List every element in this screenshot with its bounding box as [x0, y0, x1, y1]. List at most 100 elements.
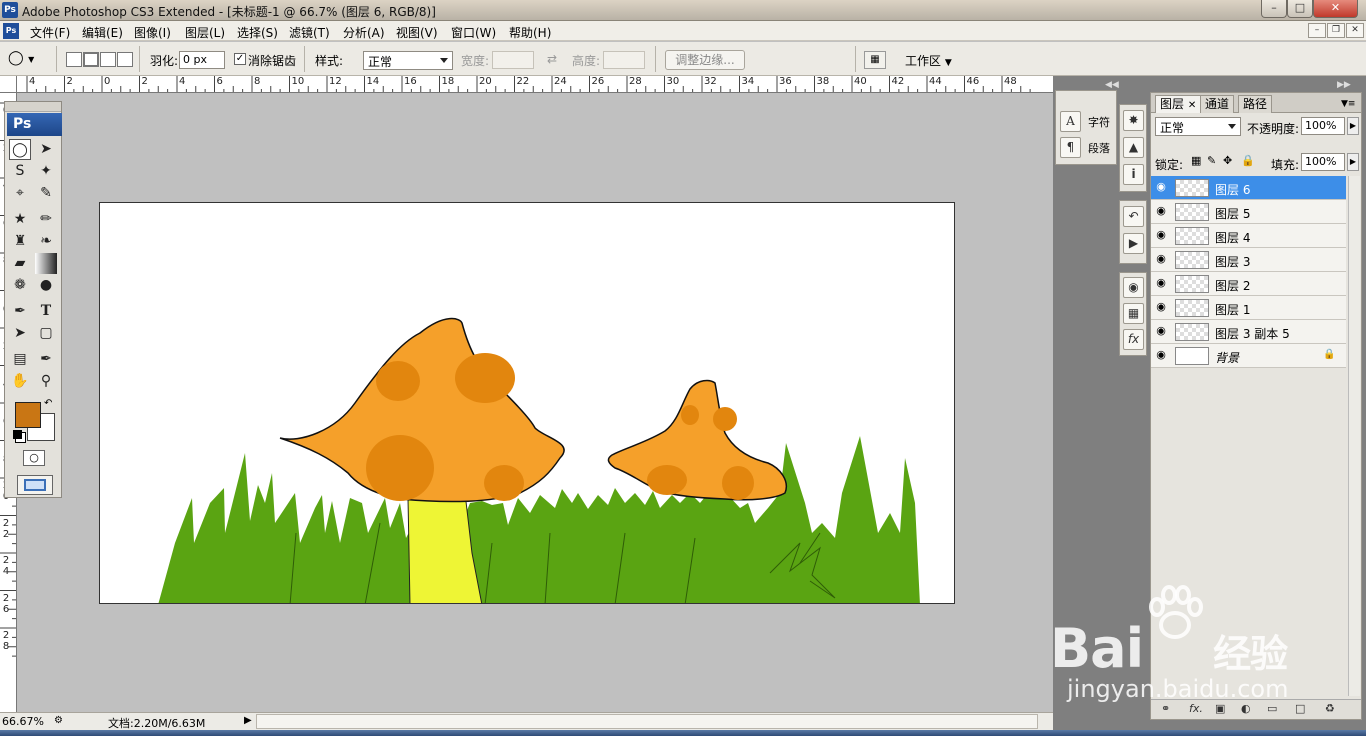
close-icon[interactable]: ✕ [1188, 100, 1196, 111]
slice-tool-icon[interactable]: ✎ [35, 183, 57, 204]
history-icon[interactable]: ↶ [1123, 206, 1144, 227]
brush-tool-icon[interactable]: ✏ [35, 209, 57, 230]
document-icon[interactable]: Ps [3, 23, 19, 39]
menu-view[interactable]: 视图(V) [396, 24, 438, 41]
layers-scrollbar[interactable] [1348, 176, 1360, 696]
layer-row[interactable]: ◉ 图层 2 [1151, 272, 1346, 296]
ruler-origin[interactable] [0, 76, 17, 93]
collapse-icon[interactable]: ▶▶ [1337, 80, 1351, 90]
info-icon[interactable]: i [1123, 164, 1144, 185]
hand-tool-icon[interactable]: ✋ [9, 371, 31, 392]
feather-input[interactable]: 0 px [179, 51, 225, 69]
dodge-tool-icon[interactable]: ● [35, 275, 57, 296]
paragraph-icon[interactable]: ¶ [1060, 137, 1081, 158]
eye-icon[interactable]: ◉ [1155, 325, 1167, 337]
bridge-icon[interactable]: ▦ [864, 51, 886, 69]
swap-colors-icon[interactable]: ↶ [44, 398, 52, 409]
eye-icon[interactable]: ◉ [1155, 205, 1167, 217]
menu-edit[interactable]: 编辑(E) [82, 24, 123, 41]
notes-tool-icon[interactable]: ▤ [9, 349, 31, 370]
eye-icon[interactable]: ◉ [1155, 229, 1167, 241]
doc-close-button[interactable]: ✕ [1346, 23, 1364, 38]
layer-row[interactable]: ◉ 图层 4 [1151, 224, 1346, 248]
layer-row[interactable]: ◉ 背景 🔒 [1151, 344, 1346, 368]
eraser-tool-icon[interactable]: ▰ [9, 253, 31, 274]
menu-help[interactable]: 帮助(H) [509, 24, 551, 41]
panel-menu-icon[interactable]: ▼≡ [1341, 99, 1355, 109]
blend-mode-select[interactable]: 正常 [1155, 117, 1241, 136]
menu-file[interactable]: 文件(F) [30, 24, 70, 41]
status-info-icon[interactable]: ⚙ [54, 715, 63, 726]
menu-filter[interactable]: 滤镜(T) [289, 24, 330, 41]
zoom-tool-icon[interactable]: ⚲ [35, 371, 57, 392]
quick-mask-icon[interactable]: ○ [23, 450, 45, 466]
lock-position-icon[interactable]: ✥ [1223, 154, 1232, 167]
tool-palette-header[interactable] [5, 102, 61, 112]
styles-icon[interactable]: fx [1123, 329, 1144, 350]
workspace-button[interactable]: 工作区 ▼ [905, 52, 952, 69]
swatches-icon[interactable]: ▦ [1123, 303, 1144, 324]
layer-row[interactable]: ◉ 图层 6 [1151, 176, 1346, 200]
menu-select[interactable]: 选择(S) [237, 24, 278, 41]
style-select[interactable]: 正常 [363, 51, 453, 70]
magic-wand-tool-icon[interactable]: ✦ [35, 161, 57, 182]
shape-tool-icon[interactable]: ▢ [35, 323, 57, 344]
lock-all-icon[interactable]: 🔒 [1241, 154, 1255, 167]
menu-window[interactable]: 窗口(W) [451, 24, 496, 41]
history-brush-tool-icon[interactable]: ❧ [35, 231, 57, 252]
eye-icon[interactable]: ◉ [1155, 253, 1167, 265]
maximize-button[interactable]: □ [1287, 0, 1313, 18]
refine-edge-button[interactable]: 调整边缘... [665, 50, 745, 70]
eyedropper-tool-icon[interactable]: ✒ [35, 349, 57, 370]
horizontal-scrollbar[interactable] [256, 714, 1038, 729]
layer-row[interactable]: ◉ 图层 3 副本 5 [1151, 320, 1346, 344]
horizontal-ruler[interactable]: 4 2 0 2 4 6 8 10 12 14 16 18 20 22 24 26 28 30 32 34 36 38 40 4… [17, 76, 1053, 93]
blur-tool-icon[interactable]: ❁ [9, 275, 31, 296]
swap-icon[interactable]: ⇄ [547, 52, 557, 66]
type-tool-icon[interactable]: T [35, 301, 57, 322]
eye-icon[interactable]: ◉ [1155, 277, 1167, 289]
subtract-selection-icon[interactable] [100, 52, 116, 67]
lock-transparent-icon[interactable]: ▦ [1191, 154, 1201, 167]
fill-slider-arrow-icon[interactable]: ▶ [1347, 153, 1359, 171]
character-label[interactable]: 字符 [1088, 114, 1110, 130]
paragraph-label[interactable]: 段落 [1088, 140, 1110, 156]
collapse-icon[interactable]: ◀◀ [1105, 80, 1119, 90]
eye-icon[interactable]: ◉ [1155, 181, 1167, 193]
status-menu-arrow-icon[interactable]: ▶ [244, 715, 252, 726]
new-selection-icon[interactable] [66, 52, 82, 67]
lock-image-icon[interactable]: ✎ [1207, 154, 1216, 167]
opacity-input[interactable]: 100% [1301, 117, 1345, 135]
photoshop-badge[interactable]: Ps [7, 113, 62, 136]
opacity-slider-arrow-icon[interactable]: ▶ [1347, 117, 1359, 135]
clone-stamp-tool-icon[interactable]: ♜ [9, 231, 31, 252]
histogram-icon[interactable]: ▲ [1123, 137, 1144, 158]
minimize-button[interactable]: – [1261, 0, 1287, 18]
close-button[interactable]: ✕ [1313, 0, 1358, 18]
fill-input[interactable]: 100% [1301, 153, 1345, 171]
doc-minimize-button[interactable]: – [1308, 23, 1326, 38]
eye-icon[interactable]: ◉ [1155, 349, 1167, 361]
navigator-icon[interactable]: ✸ [1123, 110, 1144, 131]
tab-paths[interactable]: 路径 [1238, 95, 1273, 113]
menu-image[interactable]: 图像(I) [134, 24, 171, 41]
gradient-tool-icon[interactable] [35, 253, 57, 274]
pen-tool-icon[interactable]: ✒ [9, 301, 31, 322]
tab-layers[interactable]: 图层 ✕ [1155, 95, 1202, 113]
tool-preset-picker[interactable]: ◯ ▼ [8, 50, 48, 70]
lasso-tool-icon[interactable]: Ѕ [9, 161, 31, 182]
zoom-level[interactable]: 66.67% [2, 715, 46, 728]
layer-row[interactable]: ◉ 图层 3 [1151, 248, 1346, 272]
width-input[interactable] [492, 51, 534, 69]
add-selection-icon[interactable] [83, 52, 99, 67]
screen-mode-button[interactable] [17, 475, 53, 495]
default-colors-icon[interactable] [13, 430, 22, 439]
menu-layer[interactable]: 图层(L) [185, 24, 225, 41]
layer-row[interactable]: ◉ 图层 5 [1151, 200, 1346, 224]
character-icon[interactable]: A [1060, 111, 1081, 132]
path-selection-tool-icon[interactable]: ➤ [9, 323, 31, 344]
height-input[interactable] [603, 51, 645, 69]
move-tool-icon[interactable]: ➤ [35, 139, 57, 160]
layer-row[interactable]: ◉ 图层 1 [1151, 296, 1346, 320]
intersect-selection-icon[interactable] [117, 52, 133, 67]
